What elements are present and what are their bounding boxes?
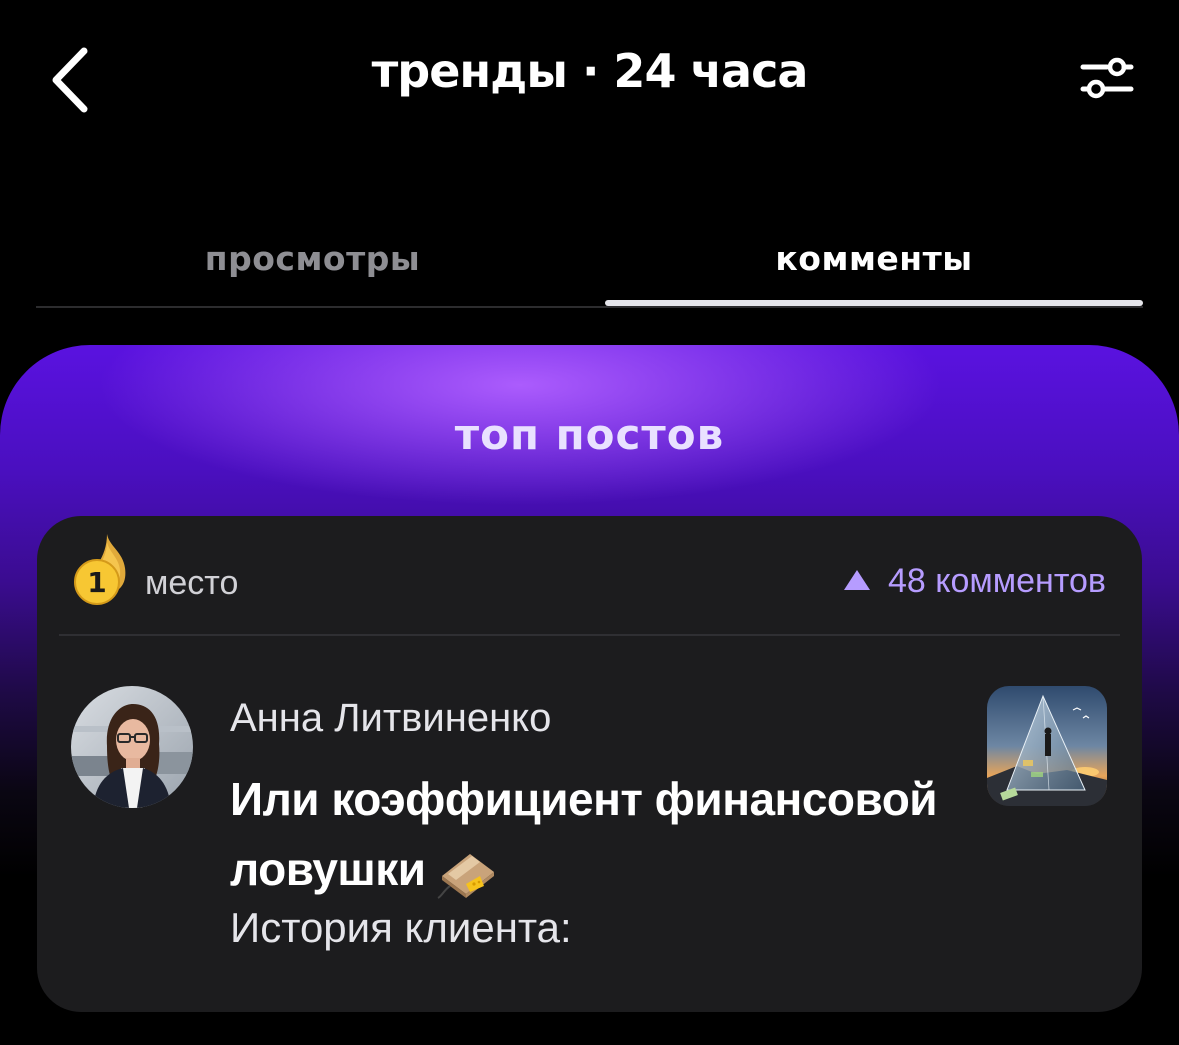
- tab-baseline: [36, 306, 1143, 308]
- triangle-up-icon: [843, 569, 870, 590]
- tab-bar: просмотры комменты: [36, 210, 1143, 310]
- panel-title: топ постов: [454, 410, 725, 459]
- card-divider: [59, 634, 1120, 636]
- comments-count: 48 комментов: [887, 562, 1106, 600]
- post-excerpt: История клиента:: [230, 904, 572, 951]
- rank-number: 1: [87, 566, 106, 599]
- post-title-text: Или коэффициент финансовой ловушки: [230, 773, 938, 895]
- author-name: Анна Литвиненко: [230, 696, 552, 740]
- page-title: тренды · 24 часа: [371, 44, 809, 98]
- tab-comments[interactable]: комменты: [605, 210, 1143, 306]
- fire-rank-icon: 1: [74, 534, 126, 605]
- mousetrap-icon: [437, 853, 494, 899]
- tab-active-indicator: [605, 300, 1143, 306]
- post-title: Или коэффициент финансовой ловушки: [230, 764, 950, 904]
- filter-button[interactable]: [1072, 48, 1142, 108]
- avatar[interactable]: [71, 686, 193, 808]
- post-thumbnail[interactable]: [987, 686, 1107, 806]
- rank-label: место: [145, 564, 239, 602]
- header: тренды · 24 часа: [0, 0, 1179, 160]
- tab-views[interactable]: просмотры: [36, 210, 589, 306]
- comments-stat: 48 комментов: [843, 562, 1106, 601]
- sliders-icon: [1080, 57, 1134, 99]
- post-card[interactable]: 1 место 48 комментов Анна Литвиненко Или…: [37, 516, 1142, 1012]
